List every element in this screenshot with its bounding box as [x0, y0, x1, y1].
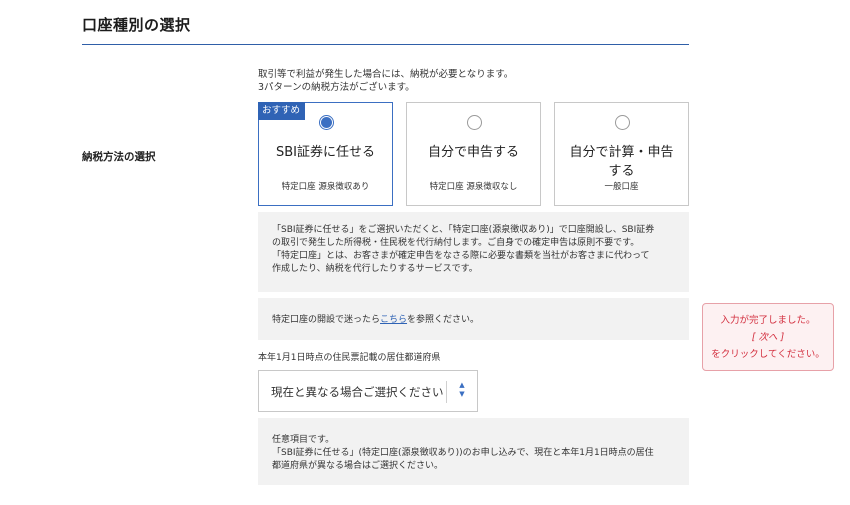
- option-subtitle: 一般口座: [604, 182, 639, 192]
- help-link-box: 特定口座の開設で迷ったらこちらを参照ください。: [258, 298, 689, 340]
- option-title-line-1: 自分で計算・申告: [569, 145, 674, 160]
- option-title-line-2: する: [608, 164, 635, 179]
- recommended-badge: おすすめ: [258, 102, 306, 120]
- prefecture-select-value: 現在と異なる場合ご選択ください: [271, 385, 444, 399]
- notice-line-1: 入力が完了しました。: [720, 315, 816, 326]
- info-line: の取引で発生した所得税・住民税を代行納付します。ご自身での確定申告は原則不要です…: [272, 238, 640, 248]
- tax-method-label: 納税方法の選択: [82, 151, 156, 163]
- radio-self-declare[interactable]: [466, 115, 482, 130]
- title-divider: [82, 44, 689, 45]
- help-text-before: 特定口座の開設で迷ったら: [272, 315, 381, 325]
- tax-option-sbi[interactable]: おすすめ SBI証券に任せる 特定口座 源泉徴収あり: [258, 102, 393, 206]
- option-subtitle: 特定口座 源泉徴収あり: [281, 182, 370, 192]
- radio-general[interactable]: [614, 115, 630, 130]
- notice-line-3: をクリックしてください。: [711, 349, 825, 360]
- select-divider: [446, 381, 447, 403]
- info-line: 作成したり、納税を代行したりするサービスです。: [272, 264, 478, 274]
- section-title: 口座種別の選択: [82, 16, 191, 34]
- tax-option-self-declare[interactable]: 自分で申告する 特定口座 源泉徴収なし: [406, 102, 541, 206]
- help-text-after: を参照ください。: [407, 315, 480, 325]
- radio-sbi[interactable]: [318, 115, 334, 130]
- option-subtitle: 特定口座 源泉徴収なし: [429, 182, 518, 192]
- prefecture-note-box: 任意項目です。 「SBI証券に任せる」(特定口座(源泉徴収あり))のお申し込みで…: [258, 418, 689, 485]
- option-title: 自分で計算・申告 する: [559, 143, 684, 181]
- intro-line-1: 取引等で利益が発生した場合には、納税が必要となります。: [258, 69, 514, 80]
- notice-next-hint: [ 次へ ]: [751, 332, 785, 343]
- prefecture-label: 本年1月1日時点の住民票記載の居住都道府県: [258, 353, 441, 363]
- note-line: 都道府県が異なる場合はご選択ください。: [272, 461, 444, 471]
- prefecture-select[interactable]: 現在と異なる場合ご選択ください ▲ ▼: [258, 370, 478, 412]
- option-title: 自分で申告する: [427, 145, 519, 160]
- info-line: 「特定口座」とは、お客さまが確定申告をなさる際に必要な書類を当社がお客さまに代わ…: [272, 251, 650, 261]
- completion-notice: 入力が完了しました。 [ 次へ ] をクリックしてください。: [702, 303, 834, 371]
- sbi-explanation-box: 「SBI証券に任せる」をご選択いただくと、「特定口座(源泉徴収あり)」で口座開設…: [258, 212, 689, 292]
- note-line: 任意項目です。: [272, 435, 335, 445]
- tax-option-general[interactable]: 自分で計算・申告 する 一般口座: [554, 102, 689, 206]
- account-type-page: 口座種別の選択 取引等で利益が発生した場合には、納税が必要となります。 3パター…: [0, 0, 850, 505]
- info-line: 「SBI証券に任せる」をご選択いただくと、「特定口座(源泉徴収あり)」で口座開設…: [272, 225, 655, 235]
- help-link[interactable]: こちら: [380, 315, 407, 325]
- intro-line-2: 3パターンの納税方法がございます。: [258, 82, 415, 93]
- option-title: SBI証券に任せる: [275, 145, 375, 160]
- updown-arrow-icon: ▲ ▼: [459, 381, 465, 398]
- intro-text: 取引等で利益が発生した場合には、納税が必要となります。 3パターンの納税方法がご…: [258, 68, 513, 94]
- note-line: 「SBI証券に任せる」(特定口座(源泉徴収あり))のお申し込みで、現在と本年1月…: [272, 448, 654, 458]
